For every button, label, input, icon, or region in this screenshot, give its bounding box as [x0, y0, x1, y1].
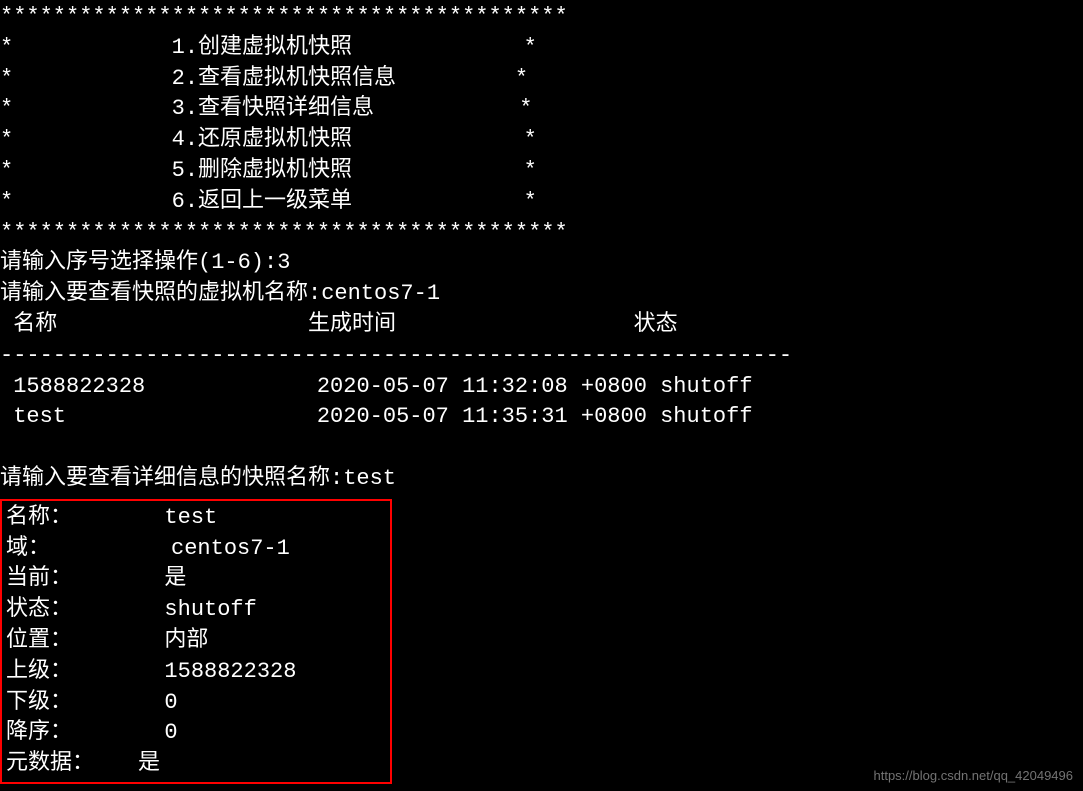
detail-name-label: 名称： — [6, 503, 164, 534]
detail-current-value: 是 — [164, 564, 186, 595]
detail-parent-value: 1588822328 — [164, 657, 296, 688]
detail-domain-label: 域： — [6, 534, 164, 565]
snapshot-table-header: 名称 生成时间 状态 — [0, 310, 1083, 341]
detail-descendants-label: 降序： — [6, 718, 164, 749]
detail-children: 下级： 0 — [6, 688, 386, 719]
detail-state-label: 状态： — [6, 595, 164, 626]
detail-domain: 域： centos7-1 — [6, 534, 386, 565]
detail-current-label: 当前： — [6, 564, 164, 595]
detail-descendants-value: 0 — [164, 718, 177, 749]
detail-parent-label: 上级： — [6, 657, 164, 688]
prompt-vm-name[interactable]: 请输入要查看快照的虚拟机名称:centos7-1 — [0, 279, 1083, 310]
detail-metadata: 元数据： 是 — [6, 749, 386, 780]
snapshot-table-row: 1588822328 2020-05-07 11:32:08 +0800 shu… — [0, 372, 1083, 403]
watermark-text: https://blog.csdn.net/qq_42049496 — [874, 767, 1074, 785]
detail-state-value: shutoff — [164, 595, 256, 626]
detail-location: 位置： 内部 — [6, 626, 386, 657]
detail-metadata-label: 元数据： — [6, 749, 138, 780]
detail-location-label: 位置： — [6, 626, 164, 657]
menu-border-bottom: ****************************************… — [0, 218, 1083, 249]
prompt-select-operation[interactable]: 请输入序号选择操作(1-6):3 — [0, 248, 1083, 279]
snapshot-table-row: test 2020-05-07 11:35:31 +0800 shutoff — [0, 402, 1083, 433]
detail-parent: 上级： 1588822328 — [6, 657, 386, 688]
detail-name-value: test — [164, 503, 217, 534]
menu-item-3: * 3.查看快照详细信息 * — [0, 94, 1083, 125]
detail-children-value: 0 — [164, 688, 177, 719]
detail-name: 名称： test — [6, 503, 386, 534]
detail-state: 状态： shutoff — [6, 595, 386, 626]
menu-border-top: ****************************************… — [0, 2, 1083, 33]
menu-item-6: * 6.返回上一级菜单 * — [0, 187, 1083, 218]
detail-domain-value: centos7-1 — [164, 534, 289, 565]
detail-descendants: 降序： 0 — [6, 718, 386, 749]
prompt-snapshot-name[interactable]: 请输入要查看详细信息的快照名称:test — [0, 464, 1083, 495]
menu-item-5: * 5.删除虚拟机快照 * — [0, 156, 1083, 187]
detail-current: 当前： 是 — [6, 564, 386, 595]
snapshot-table-divider: ----------------------------------------… — [0, 341, 1083, 372]
menu-item-2: * 2.查看虚拟机快照信息 * — [0, 64, 1083, 95]
detail-metadata-value: 是 — [138, 749, 160, 780]
detail-location-value: 内部 — [164, 626, 208, 657]
snapshot-detail-box: 名称： test 域： centos7-1 当前： 是 状态： shutoff … — [0, 499, 392, 784]
blank-line — [0, 433, 1083, 464]
terminal-output: ****************************************… — [0, 0, 1083, 784]
menu-item-4: * 4.还原虚拟机快照 * — [0, 125, 1083, 156]
detail-children-label: 下级： — [6, 688, 164, 719]
menu-item-1: * 1.创建虚拟机快照 * — [0, 33, 1083, 64]
